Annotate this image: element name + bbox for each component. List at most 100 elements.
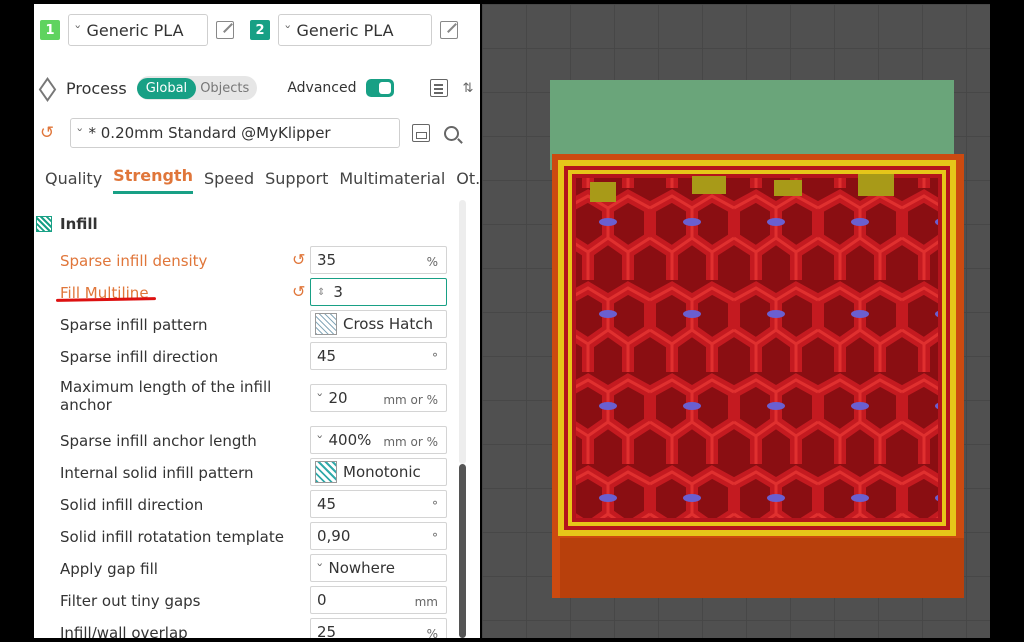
screen: 1 ˅ Generic PLA 2 ˅ Generic PLA Process … bbox=[0, 0, 1024, 642]
setting-label: Filter out tiny gaps bbox=[60, 592, 201, 610]
edit-icon[interactable] bbox=[440, 21, 458, 39]
field-unit: mm bbox=[414, 595, 438, 609]
sparse-infill-pattern-select[interactable]: Cross Hatch bbox=[310, 310, 447, 338]
field-unit: ° bbox=[432, 499, 438, 513]
setting-row: Maximum length of the infill anchor ˅ 20… bbox=[34, 376, 464, 420]
tab-strength[interactable]: Strength bbox=[113, 166, 193, 194]
internal-solid-infill-pattern-select[interactable]: Monotonic bbox=[310, 458, 447, 486]
compare-icon[interactable]: ⇅ bbox=[462, 81, 473, 96]
undo-icon[interactable]: ↺ bbox=[40, 123, 56, 143]
setting-row: Sparse infill anchor length ˅ 400% mm or… bbox=[34, 426, 464, 456]
tab-speed[interactable]: Speed bbox=[204, 169, 254, 194]
field-value: Cross Hatch bbox=[343, 315, 433, 333]
advanced-toggle[interactable] bbox=[366, 79, 395, 97]
setting-row: Internal solid infill pattern Monotonic bbox=[34, 458, 464, 488]
field-unit: ° bbox=[432, 351, 438, 365]
setting-row: Sparse infill density ↺ 35 % bbox=[34, 246, 464, 276]
field-unit: ° bbox=[432, 531, 438, 545]
filament-1-index: 1 bbox=[40, 20, 60, 40]
tab-multimaterial[interactable]: Multimaterial bbox=[339, 169, 445, 194]
filament-2[interactable]: 2 ˅ Generic PLA bbox=[250, 14, 458, 46]
field-unit: mm or % bbox=[383, 435, 438, 449]
setting-label: Internal solid infill pattern bbox=[60, 464, 254, 482]
setting-row: Solid infill direction 45 ° bbox=[34, 490, 464, 520]
setting-label: Sparse infill density bbox=[60, 252, 208, 270]
setting-label: Sparse infill anchor length bbox=[60, 432, 257, 450]
chevron-down-icon: ˅ bbox=[73, 23, 82, 37]
filament-1-name: Generic PLA bbox=[86, 20, 184, 40]
edit-icon[interactable] bbox=[216, 21, 234, 39]
objects-button[interactable]: Objects bbox=[200, 81, 249, 96]
tab-others[interactable]: Ot... bbox=[456, 169, 480, 194]
solid-infill-direction-input[interactable]: 45 ° bbox=[310, 490, 447, 518]
sparse-infill-density-input[interactable]: 35 % bbox=[310, 246, 447, 274]
field-unit: % bbox=[426, 255, 438, 269]
section-title: Infill bbox=[60, 215, 98, 233]
infill-anchor-max-select[interactable]: ˅ 20 mm or % bbox=[310, 384, 447, 412]
field-unit: % bbox=[426, 627, 438, 638]
settings-tabs: Quality Strength Speed Support Multimate… bbox=[34, 164, 480, 194]
monotonic-pattern-icon bbox=[315, 461, 337, 483]
setting-row: Solid infill rotatation template 0,90 ° bbox=[34, 522, 464, 552]
preset-name: * 0.20mm Standard @MyKlipper bbox=[88, 124, 331, 142]
setting-row: Sparse infill pattern Cross Hatch bbox=[34, 310, 464, 340]
filament-1-select[interactable]: ˅ Generic PLA bbox=[68, 14, 208, 46]
setting-row: Sparse infill direction 45 ° bbox=[34, 342, 464, 372]
setting-label: Sparse infill pattern bbox=[60, 316, 208, 334]
3d-viewport[interactable] bbox=[482, 4, 990, 638]
solid-infill-rotation-template-input[interactable]: 0,90 ° bbox=[310, 522, 447, 550]
reset-icon[interactable]: ↺ bbox=[292, 282, 305, 301]
field-value: 0,90 bbox=[317, 527, 351, 545]
filament-1[interactable]: 1 ˅ Generic PLA bbox=[40, 14, 234, 46]
field-value: Nowhere bbox=[328, 559, 395, 577]
apply-gap-fill-select[interactable]: ˅ Nowhere bbox=[310, 554, 447, 582]
setting-label: Solid infill direction bbox=[60, 496, 204, 514]
filament-2-select[interactable]: ˅ Generic PLA bbox=[278, 14, 432, 46]
filament-2-index: 2 bbox=[250, 20, 270, 40]
reset-icon[interactable]: ↺ bbox=[292, 250, 305, 269]
chevron-down-icon: ˅ bbox=[283, 23, 292, 37]
filter-tiny-gaps-input[interactable]: 0 mm bbox=[310, 586, 447, 614]
setting-row: Filter out tiny gaps 0 mm bbox=[34, 586, 464, 616]
search-icon[interactable] bbox=[444, 125, 459, 141]
field-value: 45 bbox=[317, 347, 337, 365]
tab-support[interactable]: Support bbox=[265, 169, 328, 194]
settings-panel: 1 ˅ Generic PLA 2 ˅ Generic PLA Process … bbox=[34, 4, 480, 638]
setting-label: Apply gap fill bbox=[60, 560, 158, 578]
process-label: Process bbox=[66, 78, 127, 98]
fill-multiline-spinner[interactable]: ⇕ 3 bbox=[310, 278, 447, 306]
field-value: 45 bbox=[317, 495, 337, 513]
print-preview-model[interactable] bbox=[482, 4, 990, 638]
setting-row: Fill Multiline ↺ ⇕ 3 bbox=[34, 278, 464, 308]
cross-hatch-pattern-icon bbox=[315, 313, 337, 335]
process-header: Process Global Objects Advanced ⇅ bbox=[34, 70, 480, 106]
setting-row: Infill/wall overlap 25 % bbox=[34, 618, 464, 638]
infill-anchor-length-select[interactable]: ˅ 400% mm or % bbox=[310, 426, 447, 454]
setting-row: Apply gap fill ˅ Nowhere bbox=[34, 554, 464, 584]
infill-icon bbox=[36, 216, 52, 232]
field-value: 25 bbox=[317, 623, 337, 638]
field-value: Monotonic bbox=[343, 463, 421, 481]
preset-row: ↺ ˅ * 0.20mm Standard @MyKlipper bbox=[34, 116, 480, 150]
global-objects-switch[interactable]: Global Objects bbox=[136, 76, 258, 100]
global-button[interactable]: Global bbox=[136, 77, 197, 99]
preset-select[interactable]: ˅ * 0.20mm Standard @MyKlipper bbox=[70, 118, 400, 148]
chevron-down-icon: ˅ bbox=[75, 126, 84, 140]
field-value: 400% bbox=[328, 431, 372, 449]
model-infill bbox=[576, 178, 938, 518]
spinner-arrows-icon[interactable]: ⇕ bbox=[317, 287, 325, 298]
sparse-infill-direction-input[interactable]: 45 ° bbox=[310, 342, 447, 370]
field-value: 20 bbox=[328, 389, 348, 407]
chevron-down-icon: ˅ bbox=[315, 391, 324, 405]
field-value: 3 bbox=[333, 283, 343, 301]
field-value: 0 bbox=[317, 591, 327, 609]
field-unit: mm or % bbox=[383, 393, 438, 407]
tab-quality[interactable]: Quality bbox=[45, 169, 102, 194]
advanced-label: Advanced bbox=[287, 80, 357, 96]
chevron-down-icon: ˅ bbox=[315, 561, 324, 575]
setting-label: Solid infill rotatation template bbox=[60, 528, 284, 546]
chevron-down-icon: ˅ bbox=[315, 433, 324, 447]
save-icon[interactable] bbox=[412, 124, 430, 142]
infill-wall-overlap-input[interactable]: 25 % bbox=[310, 618, 447, 638]
list-icon[interactable] bbox=[430, 79, 449, 97]
